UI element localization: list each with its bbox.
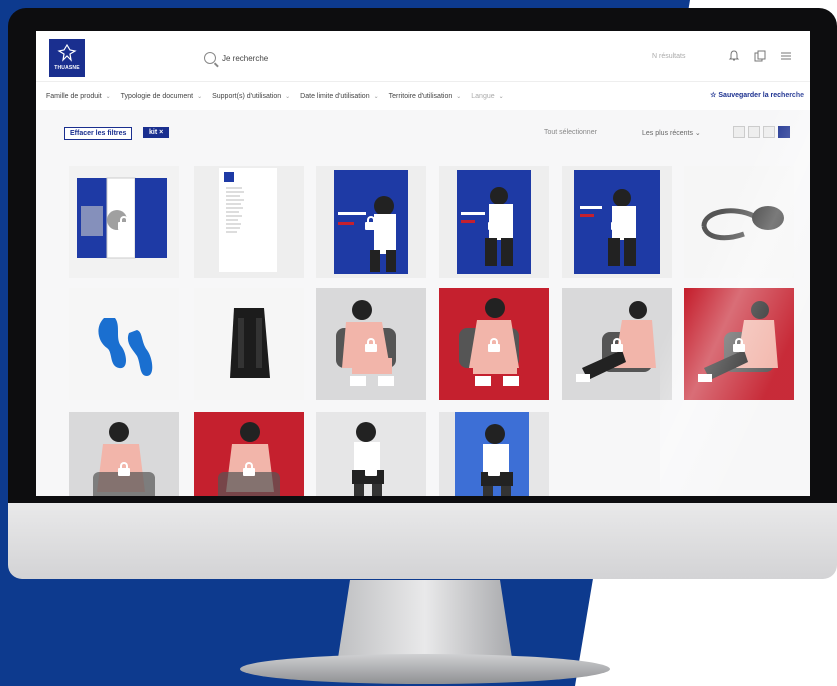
lock-icon <box>364 216 378 230</box>
view-switcher <box>733 126 790 138</box>
asset-tile[interactable] <box>562 288 672 400</box>
lock-icon <box>732 338 746 352</box>
filter-bar: Famille de produit ⌄ Typologie de documen… <box>36 81 810 110</box>
asset-tile[interactable] <box>439 166 549 278</box>
model-photo-grey <box>316 412 426 496</box>
view-medium-grid-icon[interactable] <box>763 126 775 138</box>
model-photo-blue <box>439 412 549 496</box>
asset-tile[interactable] <box>316 412 426 496</box>
lock-icon <box>364 462 378 476</box>
search-input[interactable]: Je recherche <box>222 54 268 63</box>
asset-tile[interactable] <box>684 288 794 400</box>
lock-icon <box>117 216 131 230</box>
filter-langue[interactable]: Langue ⌄ <box>471 93 503 100</box>
monitor: THUASNE Je recherche N résultats Famille… <box>8 8 837 580</box>
sort-dropdown[interactable]: Les plus récents ⌄ <box>642 129 701 137</box>
lock-icon <box>487 338 501 352</box>
logo-text: THUASNE <box>54 65 80 71</box>
monitor-foot <box>240 654 610 684</box>
filter-typologie[interactable]: Typologie de document ⌄ <box>121 93 202 100</box>
filter-label: Famille de produit <box>46 92 102 100</box>
menu-icon[interactable] <box>778 48 794 64</box>
app-screen: THUASNE Je recherche N résultats Famille… <box>36 31 810 496</box>
sort-label: Les plus récents <box>642 130 693 137</box>
filter-famille[interactable]: Famille de produit ⌄ <box>46 93 111 100</box>
model-photo-red <box>194 412 304 496</box>
filter-support[interactable]: Support(s) d'utilisation ⌄ <box>212 93 290 100</box>
filter-label: Support(s) d'utilisation <box>212 92 282 100</box>
filter-label: Territoire d'utilisation <box>388 92 453 100</box>
lock-icon <box>117 462 131 476</box>
insole-image <box>69 288 179 400</box>
filter-date[interactable]: Date limite d'utilisation ⌄ <box>300 93 378 100</box>
asset-tile[interactable] <box>194 288 304 400</box>
results-count: N résultats <box>652 53 686 60</box>
asset-tile[interactable] <box>69 412 179 496</box>
asset-tile[interactable] <box>69 288 179 400</box>
view-large-grid-icon[interactable] <box>778 126 790 138</box>
brand-logo[interactable]: THUASNE <box>49 39 85 77</box>
asset-tile[interactable] <box>69 166 179 278</box>
view-small-grid-icon[interactable] <box>748 126 760 138</box>
asset-tile[interactable] <box>562 166 672 278</box>
chevron-down-icon: ⌄ <box>498 93 504 100</box>
lock-icon <box>242 462 256 476</box>
logo-mark-icon <box>57 43 77 62</box>
search-icon <box>204 52 216 64</box>
save-search-label: Sauvegarder la recherche <box>718 92 804 99</box>
asset-tile[interactable] <box>439 288 549 400</box>
lock-icon <box>487 462 501 476</box>
header-actions <box>726 48 794 64</box>
chevron-down-icon: ⌄ <box>285 93 291 100</box>
filter-territoire[interactable]: Territoire d'utilisation ⌄ <box>389 93 462 100</box>
bell-icon[interactable] <box>726 48 742 64</box>
search-bar[interactable]: Je recherche <box>204 50 404 66</box>
product-tube-image <box>684 166 794 278</box>
lock-icon <box>610 216 624 230</box>
filter-label: Typologie de document <box>120 92 194 100</box>
asset-tile[interactable] <box>439 412 549 496</box>
chevron-down-icon: ⌄ <box>105 93 111 100</box>
chevron-down-icon: ⌄ <box>456 93 462 100</box>
clear-filters-button[interactable]: Effacer les filtres <box>64 127 133 140</box>
active-filter-chip[interactable]: kit × <box>143 127 170 138</box>
lock-icon <box>487 216 501 230</box>
filter-label: Langue <box>471 92 495 100</box>
model-photo-grey <box>69 412 179 496</box>
chip-label: kit <box>149 129 158 136</box>
asset-tile[interactable] <box>684 166 794 278</box>
brace-image <box>194 288 304 400</box>
chevron-down-icon: ⌄ <box>373 93 379 100</box>
asset-tile[interactable] <box>316 288 426 400</box>
app-header: THUASNE Je recherche N résultats <box>36 31 810 81</box>
asset-tile[interactable] <box>194 412 304 496</box>
document-image <box>194 166 304 278</box>
view-list-icon[interactable] <box>733 126 745 138</box>
chevron-down-icon: ⌄ <box>197 93 203 100</box>
asset-tile[interactable] <box>316 166 426 278</box>
monitor-chin <box>8 503 837 579</box>
lock-icon <box>610 338 624 352</box>
lock-icon <box>364 338 378 352</box>
asset-tile[interactable] <box>194 166 304 278</box>
filter-label: Date limite d'utilisation <box>300 92 370 100</box>
monitor-stand <box>338 580 512 658</box>
save-search-link[interactable]: ☆ Sauvegarder la recherche <box>710 91 804 99</box>
copy-icon[interactable] <box>752 48 768 64</box>
select-all-toggle[interactable]: Tout sélectionner <box>544 129 597 136</box>
results-toolbar: Effacer les filtres kit × Tout sélection… <box>36 123 810 145</box>
